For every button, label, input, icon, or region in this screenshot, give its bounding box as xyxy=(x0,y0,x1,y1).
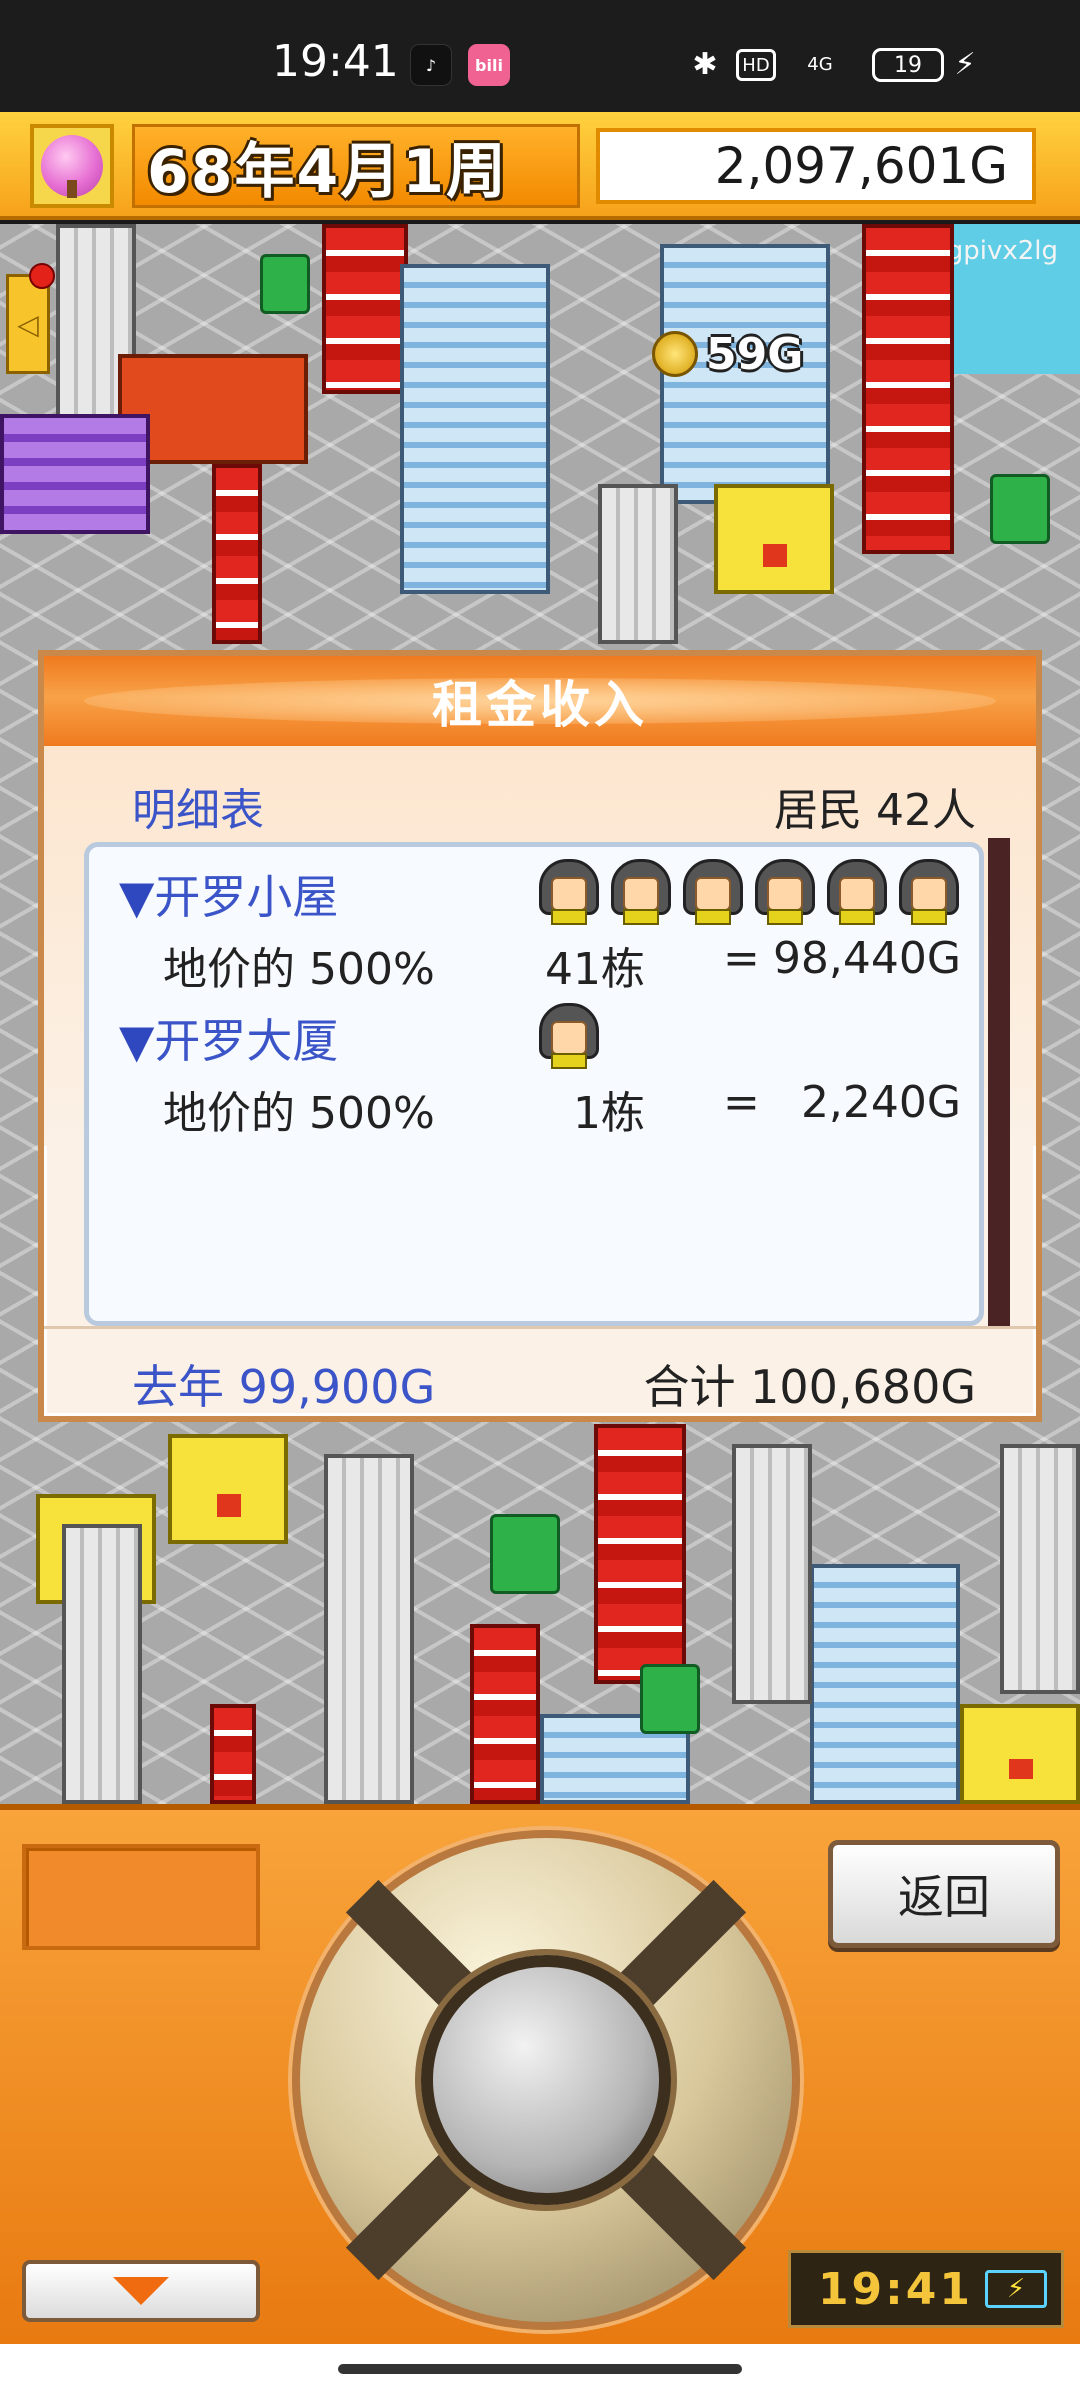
signal-icon: 4G xyxy=(807,53,833,75)
dialog-title-bar: 租金收入 xyxy=(44,656,1036,746)
dialog-title: 租金收入 xyxy=(432,676,648,734)
back-button-label: 返回 xyxy=(898,1870,990,1924)
dialog-footer: 去年 99,900G 合计 100,680G xyxy=(44,1326,1036,1422)
game-clock-text: 19:41 xyxy=(817,2263,973,2315)
yellow-house xyxy=(714,484,834,594)
tree xyxy=(490,1514,560,1594)
navigation-bar xyxy=(0,2344,1080,2400)
red-tower xyxy=(470,1624,540,1804)
tiktok-icon: ♪ xyxy=(410,44,452,86)
list-scrollbar[interactable] xyxy=(988,838,1010,1328)
down-arrow-icon xyxy=(113,2277,169,2305)
resident-face-icon xyxy=(681,859,745,925)
money-display: 2,097,601G xyxy=(596,128,1036,204)
charging-icon: ⚡ xyxy=(954,46,976,82)
resident-faces xyxy=(537,859,961,925)
bilibili-icon: bili xyxy=(468,44,510,86)
white-tower xyxy=(1000,1444,1080,1694)
dpad[interactable] xyxy=(292,1830,800,2330)
resident-face-icon xyxy=(897,859,961,925)
empty-slot-button[interactable] xyxy=(22,1844,260,1950)
red-tower xyxy=(594,1424,686,1684)
red-tower xyxy=(212,464,262,644)
back-button[interactable]: 返回 xyxy=(828,1840,1060,1948)
scroll-down-button[interactable] xyxy=(22,2260,260,2322)
hd-icon: HD xyxy=(736,49,776,81)
battery-icon: 19 xyxy=(872,48,944,82)
glass-building xyxy=(810,1564,960,1804)
triangle-down-icon: ▼ xyxy=(119,1014,155,1068)
triangle-down-icon: ▼ xyxy=(119,870,155,924)
residents-count: 居民 42人 xyxy=(774,785,976,836)
status-bar: 19:41 ♪ bili ✱ HD 4G 19 ⚡ xyxy=(0,0,1080,112)
income-popup: 59G xyxy=(652,324,803,384)
entry-name: ▼开罗大厦 xyxy=(119,1014,339,1068)
resident-face-icon xyxy=(537,859,601,925)
date-text: 68年4月1周 xyxy=(147,136,508,207)
entry-rate: 地价的 500% xyxy=(163,1088,435,1139)
left-arrow-icon: ◁ xyxy=(17,307,39,341)
home-gesture-handle[interactable] xyxy=(338,2364,742,2374)
date-display: 68年4月1周 xyxy=(132,124,580,208)
tree xyxy=(990,474,1050,544)
rent-income-dialog: 租金收入 明细表 居民 42人 ▼开罗小屋 地价的 500% 41栋 = 98,… xyxy=(38,650,1042,1422)
entry-rate: 地价的 500% xyxy=(163,944,435,995)
resident-face-icon xyxy=(825,859,889,925)
resident-face-icon xyxy=(609,859,673,925)
coin-icon xyxy=(652,331,698,377)
purple-shop xyxy=(0,414,150,534)
season-blossom-icon[interactable] xyxy=(30,124,114,208)
last-year-income: 去年 99,900G xyxy=(132,1360,436,1414)
yellow-house xyxy=(168,1434,288,1544)
money-text: 2,097,601G xyxy=(714,137,1008,195)
red-tower xyxy=(322,224,408,394)
game-header: 68年4月1周 2,097,601G xyxy=(0,112,1080,220)
tree xyxy=(260,254,310,314)
watermark: gpivx2lg xyxy=(946,236,1058,266)
side-menu-tab[interactable]: ◁ xyxy=(6,263,55,374)
resident-faces xyxy=(537,1003,601,1069)
battery-charging-icon: ⚡ xyxy=(985,2270,1047,2308)
controller-panel: 返回 19:41 ⚡ xyxy=(0,1804,1080,2344)
entry-count: 1栋 xyxy=(573,1088,645,1139)
entry-amount: 98,440G xyxy=(772,933,961,984)
income-amount: 59G xyxy=(706,328,804,380)
entry-amount: 2,240G xyxy=(800,1077,961,1128)
entry-equals: = xyxy=(723,1077,760,1128)
dpad-center-button[interactable] xyxy=(421,1955,671,2205)
white-tower xyxy=(732,1444,812,1704)
glass-building xyxy=(400,264,550,594)
yellow-house xyxy=(960,1704,1080,1804)
white-tower xyxy=(598,484,678,644)
resident-face-icon xyxy=(753,859,817,925)
entry-name: ▼开罗小屋 xyxy=(119,870,339,924)
red-tower xyxy=(210,1704,256,1804)
rent-list[interactable]: ▼开罗小屋 地价的 500% 41栋 = 98,440G ▼开罗大厦 地价的 5… xyxy=(84,842,984,1326)
red-tower xyxy=(862,224,954,554)
resident-face-icon xyxy=(537,1003,601,1069)
entry-count: 41栋 xyxy=(545,944,645,995)
game-clock: 19:41 ⚡ xyxy=(788,2250,1064,2328)
screen: 19:41 ♪ bili ✱ HD 4G 19 ⚡ 68年4月1周 2,097,… xyxy=(0,0,1080,2400)
tree xyxy=(640,1664,700,1734)
total-income: 合计 100,680G xyxy=(643,1360,977,1414)
bluetooth-icon: ✱ xyxy=(692,46,718,82)
detail-label: 明细表 xyxy=(132,785,264,836)
status-time: 19:41 xyxy=(272,36,399,87)
entry-equals: = xyxy=(723,933,760,984)
white-tower xyxy=(62,1524,142,1804)
white-tower xyxy=(324,1454,414,1804)
